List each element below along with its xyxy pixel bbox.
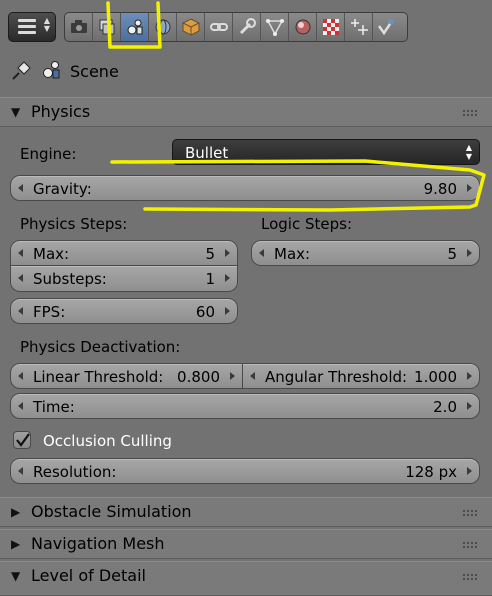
decrement-arrow-icon[interactable] bbox=[18, 249, 23, 257]
drag-grip-icon[interactable] bbox=[462, 541, 478, 549]
decrement-arrow-icon[interactable] bbox=[259, 249, 264, 257]
angular-threshold-value: 1.000 bbox=[414, 368, 457, 386]
substeps-field[interactable]: Substeps: 1 bbox=[10, 266, 238, 292]
checkmark-icon bbox=[16, 433, 30, 447]
texture-icon[interactable] bbox=[317, 13, 345, 41]
substeps-value: 1 bbox=[205, 270, 215, 288]
context-title: Scene bbox=[70, 62, 119, 81]
time-value: 2.0 bbox=[433, 398, 457, 416]
drag-grip-icon[interactable] bbox=[462, 509, 478, 517]
increment-arrow-icon[interactable] bbox=[467, 467, 472, 475]
deactivation-heading: Physics Deactivation: bbox=[20, 338, 181, 356]
decrement-arrow-icon[interactable] bbox=[18, 467, 23, 475]
decrement-arrow-icon[interactable] bbox=[18, 274, 23, 282]
drag-grip-icon[interactable] bbox=[462, 573, 478, 581]
increment-arrow-icon[interactable] bbox=[225, 249, 230, 257]
time-label: Time: bbox=[33, 398, 75, 416]
occlusion-culling-checkbox[interactable] bbox=[13, 431, 31, 449]
linear-threshold-label: Linear Threshold: bbox=[33, 368, 164, 386]
render-icon[interactable] bbox=[65, 13, 93, 41]
resolution-field[interactable]: Resolution: 128 px bbox=[10, 458, 480, 484]
world-icon[interactable] bbox=[149, 13, 177, 41]
engine-dropdown[interactable]: Bullet ▲ ▼ bbox=[172, 139, 480, 165]
increment-arrow-icon[interactable] bbox=[467, 372, 472, 380]
increment-arrow-icon[interactable] bbox=[467, 184, 472, 192]
modifiers-icon[interactable] bbox=[233, 13, 261, 41]
context-tabs bbox=[64, 12, 408, 42]
logic-max-field[interactable]: Max: 5 bbox=[251, 240, 480, 266]
fps-label: FPS: bbox=[33, 303, 66, 321]
data-icon[interactable] bbox=[261, 13, 289, 41]
material-icon[interactable] bbox=[289, 13, 317, 41]
constraints-icon[interactable] bbox=[205, 13, 233, 41]
obstacle-simulation-panel-header[interactable]: ▶ Obstacle Simulation bbox=[0, 497, 492, 527]
panel-title: Physics bbox=[31, 102, 91, 121]
increment-arrow-icon[interactable] bbox=[225, 307, 230, 315]
decrement-arrow-icon[interactable] bbox=[18, 372, 23, 380]
linear-threshold-value: 0.800 bbox=[177, 368, 220, 386]
drag-grip-icon[interactable] bbox=[462, 109, 478, 117]
context-header: Scene bbox=[0, 52, 492, 88]
engine-value: Bullet bbox=[185, 144, 229, 162]
gravity-field[interactable]: Gravity: 9.80 bbox=[10, 175, 480, 201]
logic-max-value: 5 bbox=[447, 245, 457, 263]
physics-steps-heading: Physics Steps: bbox=[20, 215, 128, 233]
decrement-arrow-icon[interactable] bbox=[250, 372, 255, 380]
expanded-triangle-icon: ▼ bbox=[11, 105, 21, 119]
scene-icon bbox=[43, 61, 60, 79]
increment-arrow-icon[interactable] bbox=[467, 249, 472, 257]
decrement-arrow-icon[interactable] bbox=[18, 307, 23, 315]
level-of-detail-panel-header[interactable]: ▼ Level of Detail bbox=[0, 561, 492, 596]
gravity-label: Gravity: bbox=[33, 180, 92, 198]
object-icon[interactable] bbox=[177, 13, 205, 41]
pin-icon[interactable] bbox=[10, 60, 32, 82]
physics-max-value: 5 bbox=[205, 245, 215, 263]
scene-icon[interactable] bbox=[121, 13, 149, 41]
physics-panel-header[interactable]: ▼ Physics bbox=[0, 97, 492, 127]
fps-value: 60 bbox=[195, 303, 215, 321]
resolution-value: 128 px bbox=[405, 463, 457, 481]
render-layers-icon[interactable] bbox=[93, 13, 121, 41]
properties-toolbar: ▲ ▼ bbox=[0, 0, 492, 44]
time-field[interactable]: Time: 2.0 bbox=[10, 393, 480, 419]
angular-threshold-label: Angular Threshold: bbox=[265, 368, 408, 386]
physics-max-label: Max: bbox=[33, 245, 70, 263]
panel-title: Level of Detail bbox=[31, 566, 146, 585]
logic-steps-heading: Logic Steps: bbox=[261, 215, 352, 233]
engine-label: Engine: bbox=[20, 145, 77, 163]
editor-type-icon bbox=[18, 19, 36, 37]
increment-arrow-icon[interactable] bbox=[230, 372, 235, 380]
expanded-triangle-icon: ▼ bbox=[11, 569, 21, 583]
angular-threshold-field[interactable]: Angular Threshold: 1.000 bbox=[243, 363, 480, 389]
linear-threshold-field[interactable]: Linear Threshold: 0.800 bbox=[10, 363, 243, 389]
increment-arrow-icon[interactable] bbox=[467, 402, 472, 410]
decrement-arrow-icon[interactable] bbox=[18, 184, 23, 192]
panel-title: Obstacle Simulation bbox=[31, 502, 192, 521]
dropdown-arrows-icon: ▲ ▼ bbox=[465, 143, 472, 161]
occlusion-culling-label: Occlusion Culling bbox=[43, 432, 172, 450]
editor-type-button[interactable]: ▲ ▼ bbox=[8, 12, 56, 42]
editor-type-arrows-icon: ▲ ▼ bbox=[43, 16, 50, 33]
fps-field[interactable]: FPS: 60 bbox=[10, 298, 238, 324]
collapsed-triangle-icon: ▶ bbox=[11, 537, 21, 551]
increment-arrow-icon[interactable] bbox=[225, 274, 230, 282]
resolution-label: Resolution: bbox=[33, 463, 117, 481]
physics-max-field[interactable]: Max: 5 bbox=[10, 240, 238, 266]
gravity-value: 9.80 bbox=[423, 180, 457, 198]
collapsed-triangle-icon: ▶ bbox=[11, 505, 21, 519]
navigation-mesh-panel-header[interactable]: ▶ Navigation Mesh bbox=[0, 529, 492, 559]
logic-max-label: Max: bbox=[274, 245, 311, 263]
decrement-arrow-icon[interactable] bbox=[18, 402, 23, 410]
panel-title: Navigation Mesh bbox=[31, 534, 165, 553]
particles-icon[interactable] bbox=[345, 13, 373, 41]
physics-icon[interactable] bbox=[373, 13, 401, 41]
substeps-label: Substeps: bbox=[33, 270, 107, 288]
